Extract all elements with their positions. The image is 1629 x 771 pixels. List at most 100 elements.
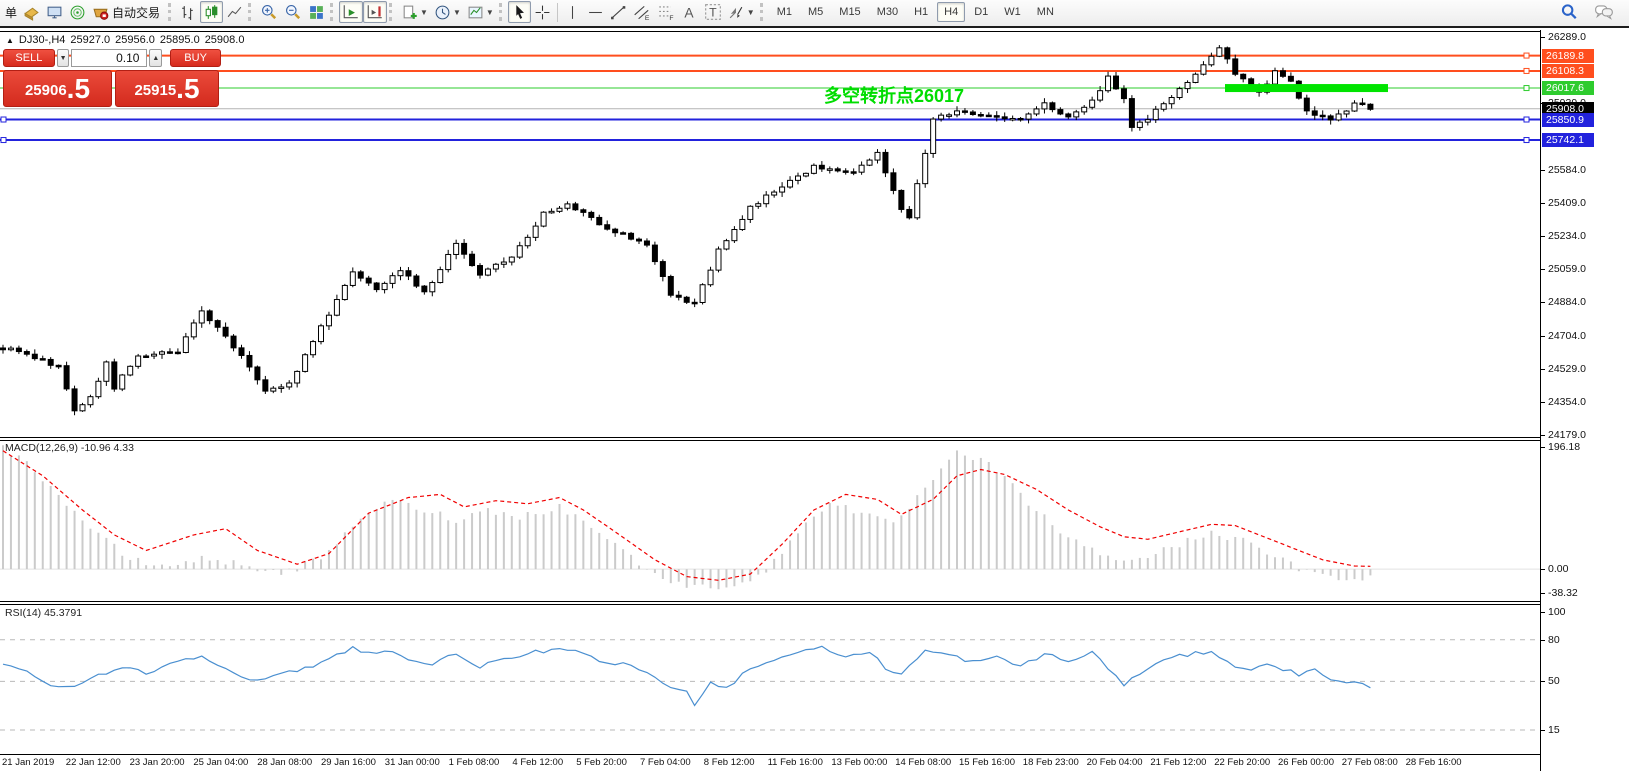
macd-bar	[876, 516, 879, 570]
candle	[715, 248, 722, 271]
candle	[961, 110, 968, 113]
price-axis[interactable]: 26289.025939.025584.025409.025234.025059…	[1540, 30, 1629, 771]
macd-bar	[765, 569, 768, 573]
macd-bar	[963, 455, 966, 570]
volume-decrease-button[interactable]: ▼	[56, 49, 70, 67]
candle	[588, 211, 595, 218]
sell-button[interactable]: SELL	[3, 49, 55, 67]
macd-bar	[153, 565, 156, 570]
macd-bar	[526, 512, 529, 570]
macd-bar	[1337, 569, 1340, 581]
macd-bar	[502, 512, 505, 570]
axis-tick-mark	[1541, 434, 1545, 436]
line-handle[interactable]	[1523, 116, 1530, 123]
rsi-tick-label: 100	[1548, 606, 1566, 618]
macd-bar	[208, 560, 211, 570]
price-tick-label: 25059.0	[1548, 262, 1586, 275]
volume-increase-button[interactable]: ▲	[149, 49, 163, 67]
macd-bar	[97, 532, 100, 570]
volume-input[interactable]	[71, 49, 148, 67]
candle	[63, 365, 70, 390]
line-handle[interactable]	[0, 116, 7, 123]
ohlc-open: 25927.0	[70, 34, 111, 46]
macd-bar	[749, 569, 752, 582]
macd-bar	[932, 480, 935, 570]
macd-bar	[1369, 569, 1372, 576]
candle	[954, 110, 960, 116]
candle	[1168, 97, 1175, 105]
axis-tick-mark	[1541, 612, 1545, 613]
candle	[1105, 75, 1112, 92]
time-axis-label: 25 Jan 04:00	[193, 757, 249, 768]
macd-bar	[884, 518, 887, 570]
macd-bar	[383, 501, 386, 570]
macd-bar	[359, 518, 362, 570]
macd-bar	[1051, 525, 1054, 570]
macd-bar	[399, 500, 402, 570]
candle	[1208, 55, 1215, 66]
chart-canvas[interactable]: 多空转折点26017	[0, 0, 1540, 771]
candle	[795, 175, 801, 181]
candle	[1319, 114, 1326, 118]
candle	[238, 347, 245, 356]
pivot-annotation-text[interactable]: 多空转折点26017	[824, 85, 964, 106]
time-axis[interactable]: 21 Jan 2019 22 Jan 12:00 23 Jan 20:00 25 Ja…	[0, 756, 1540, 771]
macd-bar	[900, 515, 903, 570]
macd-bar	[145, 565, 148, 570]
price-tick-label: 25234.0	[1548, 229, 1586, 242]
chart-collapse-toggle[interactable]: ▲	[6, 36, 14, 45]
candle	[198, 310, 205, 324]
chat-icon[interactable]	[1591, 1, 1617, 23]
time-axis-label: 18 Feb 23:00	[1022, 757, 1079, 768]
candle	[1073, 111, 1080, 118]
toolbar-right-group	[1557, 1, 1625, 23]
macd-bar	[240, 565, 243, 570]
pivot-highlight-bar[interactable]	[1225, 84, 1388, 93]
macd-bar	[987, 461, 990, 570]
axis-tick-mark	[1541, 401, 1545, 403]
macd-bar	[789, 540, 792, 570]
line-handle[interactable]	[0, 137, 7, 144]
macd-bar	[479, 511, 481, 570]
buy-button[interactable]: BUY	[170, 49, 221, 67]
candle	[325, 314, 332, 327]
line-handle[interactable]	[1523, 67, 1530, 74]
candle	[850, 171, 857, 174]
candle	[214, 320, 221, 328]
macd-bar	[304, 561, 307, 570]
macd-bar	[566, 514, 569, 570]
candle	[206, 310, 213, 322]
search-icon[interactable]	[1557, 1, 1581, 23]
candle	[834, 168, 841, 172]
macd-bar	[407, 502, 410, 570]
axis-tick-mark	[1541, 268, 1545, 270]
candle	[930, 118, 937, 154]
line-handle[interactable]	[1523, 85, 1530, 92]
macd-bar	[1305, 569, 1308, 570]
candle	[707, 269, 714, 286]
candle	[596, 216, 603, 226]
candle	[95, 380, 102, 398]
macd-bar	[757, 569, 760, 575]
buy-quote-button[interactable]: 25915.5	[115, 70, 219, 107]
macd-bar	[1043, 514, 1046, 570]
macd-bar	[518, 519, 521, 570]
line-handle[interactable]	[1523, 137, 1530, 144]
candle	[643, 240, 650, 246]
candle	[691, 301, 698, 305]
macd-histogram	[2, 445, 1372, 590]
macd-bar	[1281, 557, 1284, 570]
macd-bar	[717, 569, 720, 590]
line-handle[interactable]	[1523, 52, 1530, 59]
candle	[254, 366, 261, 381]
candle	[985, 114, 992, 118]
sell-quote-pips: .5	[66, 73, 91, 104]
axis-tick-mark	[1541, 639, 1545, 641]
macd-bar	[447, 520, 450, 570]
candle	[1224, 47, 1231, 60]
candle	[190, 322, 197, 338]
macd-bar	[1297, 569, 1300, 572]
candle	[1272, 70, 1278, 85]
macd-bar	[272, 569, 275, 570]
sell-quote-button[interactable]: 25906.5	[3, 70, 112, 107]
